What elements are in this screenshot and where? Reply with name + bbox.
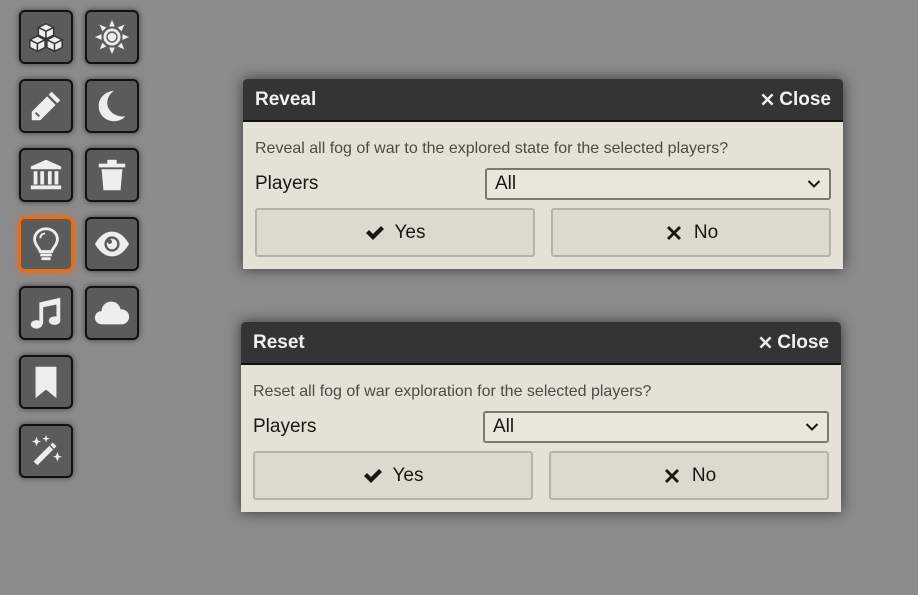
reset-players-label: Players [253,416,317,437]
reveal-fog-tool-button[interactable] [85,217,139,271]
reveal-players-select[interactable]: All [485,168,831,200]
reset-players-row: Players All [253,409,829,445]
sounds-control-button[interactable] [19,286,73,340]
reset-buttons: Yes No [253,451,829,500]
reveal-players-value: All [495,173,517,194]
eye-icon [94,231,130,257]
check-icon [363,468,382,483]
reset-dialog-title: Reset [253,331,305,353]
reveal-no-label: No [693,221,719,243]
reveal-players-label: Players [255,173,319,194]
close-icon [759,336,772,349]
chevron-down-icon [805,423,819,431]
reset-close-button[interactable]: Close [757,332,829,354]
journal-control-button[interactable] [19,148,73,202]
close-icon [666,225,681,240]
reveal-buttons: Yes No [255,208,831,257]
reveal-yes-label: Yes [394,221,426,243]
reveal-dialog-title: Reveal [255,88,317,110]
reveal-close-button[interactable]: Close [759,89,831,111]
reset-no-button[interactable]: No [549,451,829,500]
magic-wand-icon [31,434,63,466]
close-icon [761,93,774,106]
sun-icon [94,19,130,55]
trash-icon [98,159,126,191]
lighting-control-button[interactable] [19,217,73,271]
cubes-icon [28,22,64,53]
reveal-no-button[interactable]: No [551,208,831,257]
notes-control-button[interactable] [19,355,73,409]
cloud-icon [94,301,130,325]
reveal-message: Reveal all fog of war to the explored st… [255,140,729,157]
clear-tool-button[interactable] [85,148,139,202]
music-icon [30,297,61,329]
landmark-icon [30,159,62,190]
reveal-dialog: Reveal Close Reveal all fog of war to th… [243,79,843,269]
reveal-dialog-body: Reveal all fog of war to the explored st… [243,122,843,269]
drawing-control-button[interactable] [19,79,73,133]
reset-players-value: All [493,416,515,437]
reveal-yes-button[interactable]: Yes [255,208,535,257]
reveal-players-row: Players All [255,166,831,202]
moon-icon [98,90,126,122]
reset-dialog: Reset Close Reset all fog of war explora… [241,322,841,512]
reset-players-select[interactable]: All [483,411,829,443]
light-day-tool-button[interactable] [85,10,139,64]
reset-no-label: No [691,464,717,486]
reset-message: Reset all fog of war exploration for the… [253,383,652,400]
chevron-down-icon [807,180,821,188]
bookmark-icon [35,366,57,399]
reset-dialog-body: Reset all fog of war exploration for the… [241,365,841,512]
reveal-dialog-header[interactable]: Reveal Close [243,79,843,122]
effects-control-button[interactable] [19,424,73,478]
tiles-control-button[interactable] [19,10,73,64]
check-icon [365,225,384,240]
reset-dialog-header[interactable]: Reset Close [241,322,841,365]
reset-yes-button[interactable]: Yes [253,451,533,500]
light-night-tool-button[interactable] [85,79,139,133]
reset-close-label: Close [777,331,829,353]
lightbulb-icon [33,227,59,261]
close-icon [664,468,679,483]
pencil-icon [31,91,61,121]
weather-tool-button[interactable] [85,286,139,340]
reset-yes-label: Yes [392,464,424,486]
reveal-close-label: Close [779,88,831,110]
